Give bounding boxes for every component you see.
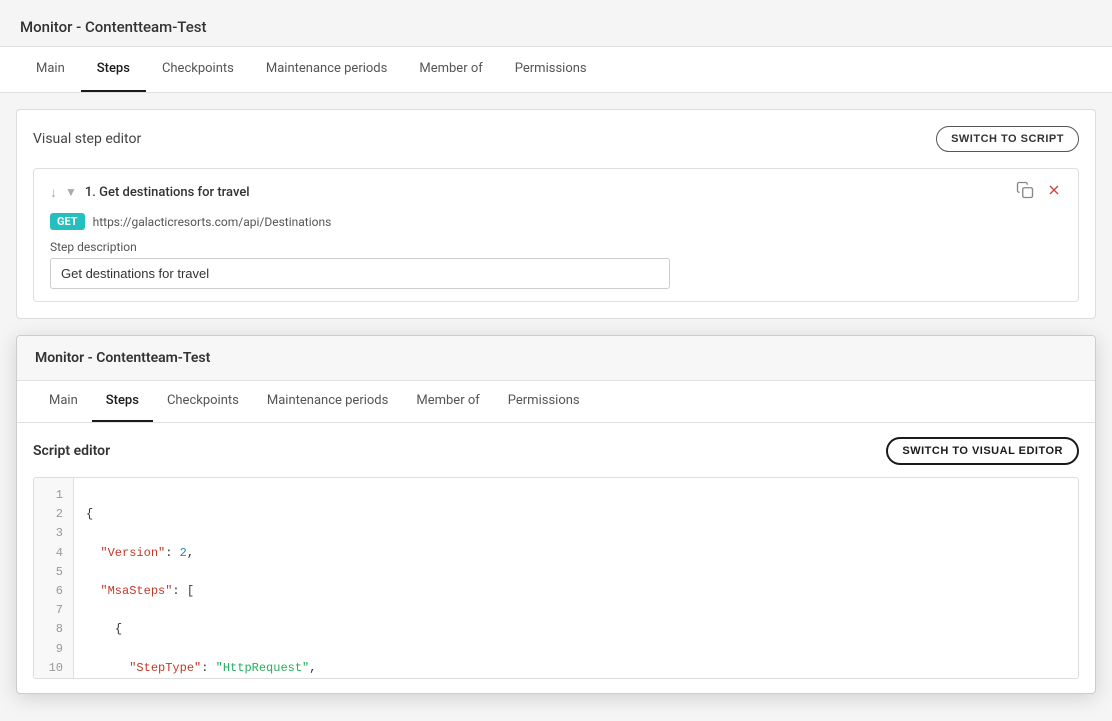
inner-title-bar: Monitor - Contentteam-Test [17, 336, 1095, 381]
outer-tab-steps[interactable]: Steps [81, 47, 146, 92]
outer-tab-member-of[interactable]: Member of [403, 47, 498, 92]
switch-to-visual-button[interactable]: SWITCH TO VISUAL EDITOR [886, 437, 1079, 465]
outer-page-title: Monitor - Contentteam-Test [20, 18, 207, 36]
outer-tab-bar: Main Steps Checkpoints Maintenance perio… [0, 47, 1112, 93]
get-method-badge: GET [50, 213, 85, 230]
switch-to-script-button[interactable]: SWITCH TO SCRIPT [936, 126, 1079, 152]
outer-tab-checkpoints[interactable]: Checkpoints [146, 47, 250, 92]
outer-window: Monitor - Contentteam-Test Main Steps Ch… [0, 0, 1112, 721]
outer-tab-permissions[interactable]: Permissions [499, 47, 603, 92]
inner-tab-maintenance[interactable]: Maintenance periods [253, 381, 402, 422]
step-desc-label: Step description [50, 240, 1062, 254]
code-line-2: "Version": 2, [86, 544, 1066, 563]
inner-window: Monitor - Contentteam-Test Main Steps Ch… [16, 335, 1096, 694]
inner-tab-checkpoints[interactable]: Checkpoints [153, 381, 253, 422]
visual-step-editor-section: Visual step editor SWITCH TO SCRIPT ↓ ▼ … [16, 109, 1096, 319]
code-line-1: { [86, 505, 1066, 524]
script-header: Script editor SWITCH TO VISUAL EDITOR [33, 437, 1079, 465]
inner-tab-member-of[interactable]: Member of [402, 381, 493, 422]
code-line-3: "MsaSteps": [ [86, 582, 1066, 601]
delete-step-icon[interactable] [1046, 182, 1062, 202]
script-editor-title: Script editor [33, 443, 110, 459]
outer-tab-main[interactable]: Main [20, 47, 81, 92]
step-1-title: 1. Get destinations for travel [85, 185, 250, 200]
code-content[interactable]: 1 2 3 4 5 6 7 8 9 10 11 12 13 14 [34, 478, 1078, 678]
step-1-container: ↓ ▼ 1. Get destinations for travel [33, 168, 1079, 302]
code-line-4: { [86, 620, 1066, 639]
code-editor: 1 2 3 4 5 6 7 8 9 10 11 12 13 14 [33, 477, 1079, 679]
step-number: 1. [85, 185, 96, 200]
step-desc-input[interactable] [50, 258, 670, 289]
outer-tab-maintenance[interactable]: Maintenance periods [250, 47, 403, 92]
code-line-5: "StepType": "HttpRequest", [86, 659, 1066, 678]
step-url: https://galacticresorts.com/api/Destinat… [93, 215, 332, 229]
step-1-header-right [1016, 181, 1062, 203]
outer-title-bar: Monitor - Contentteam-Test [0, 0, 1112, 47]
editor-header: Visual step editor SWITCH TO SCRIPT [33, 126, 1079, 152]
inner-tab-steps[interactable]: Steps [92, 381, 153, 422]
step-name: Get destinations for travel [99, 185, 249, 200]
line-numbers: 1 2 3 4 5 6 7 8 9 10 11 12 13 14 [34, 478, 74, 678]
inner-page-title: Monitor - Contentteam-Test [35, 350, 210, 366]
step-1-header-left: ↓ ▼ 1. Get destinations for travel [50, 184, 250, 201]
code-lines: { "Version": 2, "MsaSteps": [ { "StepTyp… [74, 478, 1078, 678]
inner-tab-bar: Main Steps Checkpoints Maintenance perio… [17, 381, 1095, 423]
editor-title: Visual step editor [33, 131, 141, 147]
step-1-header: ↓ ▼ 1. Get destinations for travel [50, 181, 1062, 203]
inner-tab-permissions[interactable]: Permissions [494, 381, 594, 422]
inner-tab-main[interactable]: Main [35, 381, 92, 422]
copy-icon[interactable] [1016, 181, 1034, 203]
step-url-row: GET https://galacticresorts.com/api/Dest… [50, 213, 1062, 230]
drag-handle-icon[interactable]: ↓ [50, 184, 57, 201]
script-editor-section: Script editor SWITCH TO VISUAL EDITOR 1 … [17, 423, 1095, 693]
collapse-icon[interactable]: ▼ [65, 185, 77, 199]
